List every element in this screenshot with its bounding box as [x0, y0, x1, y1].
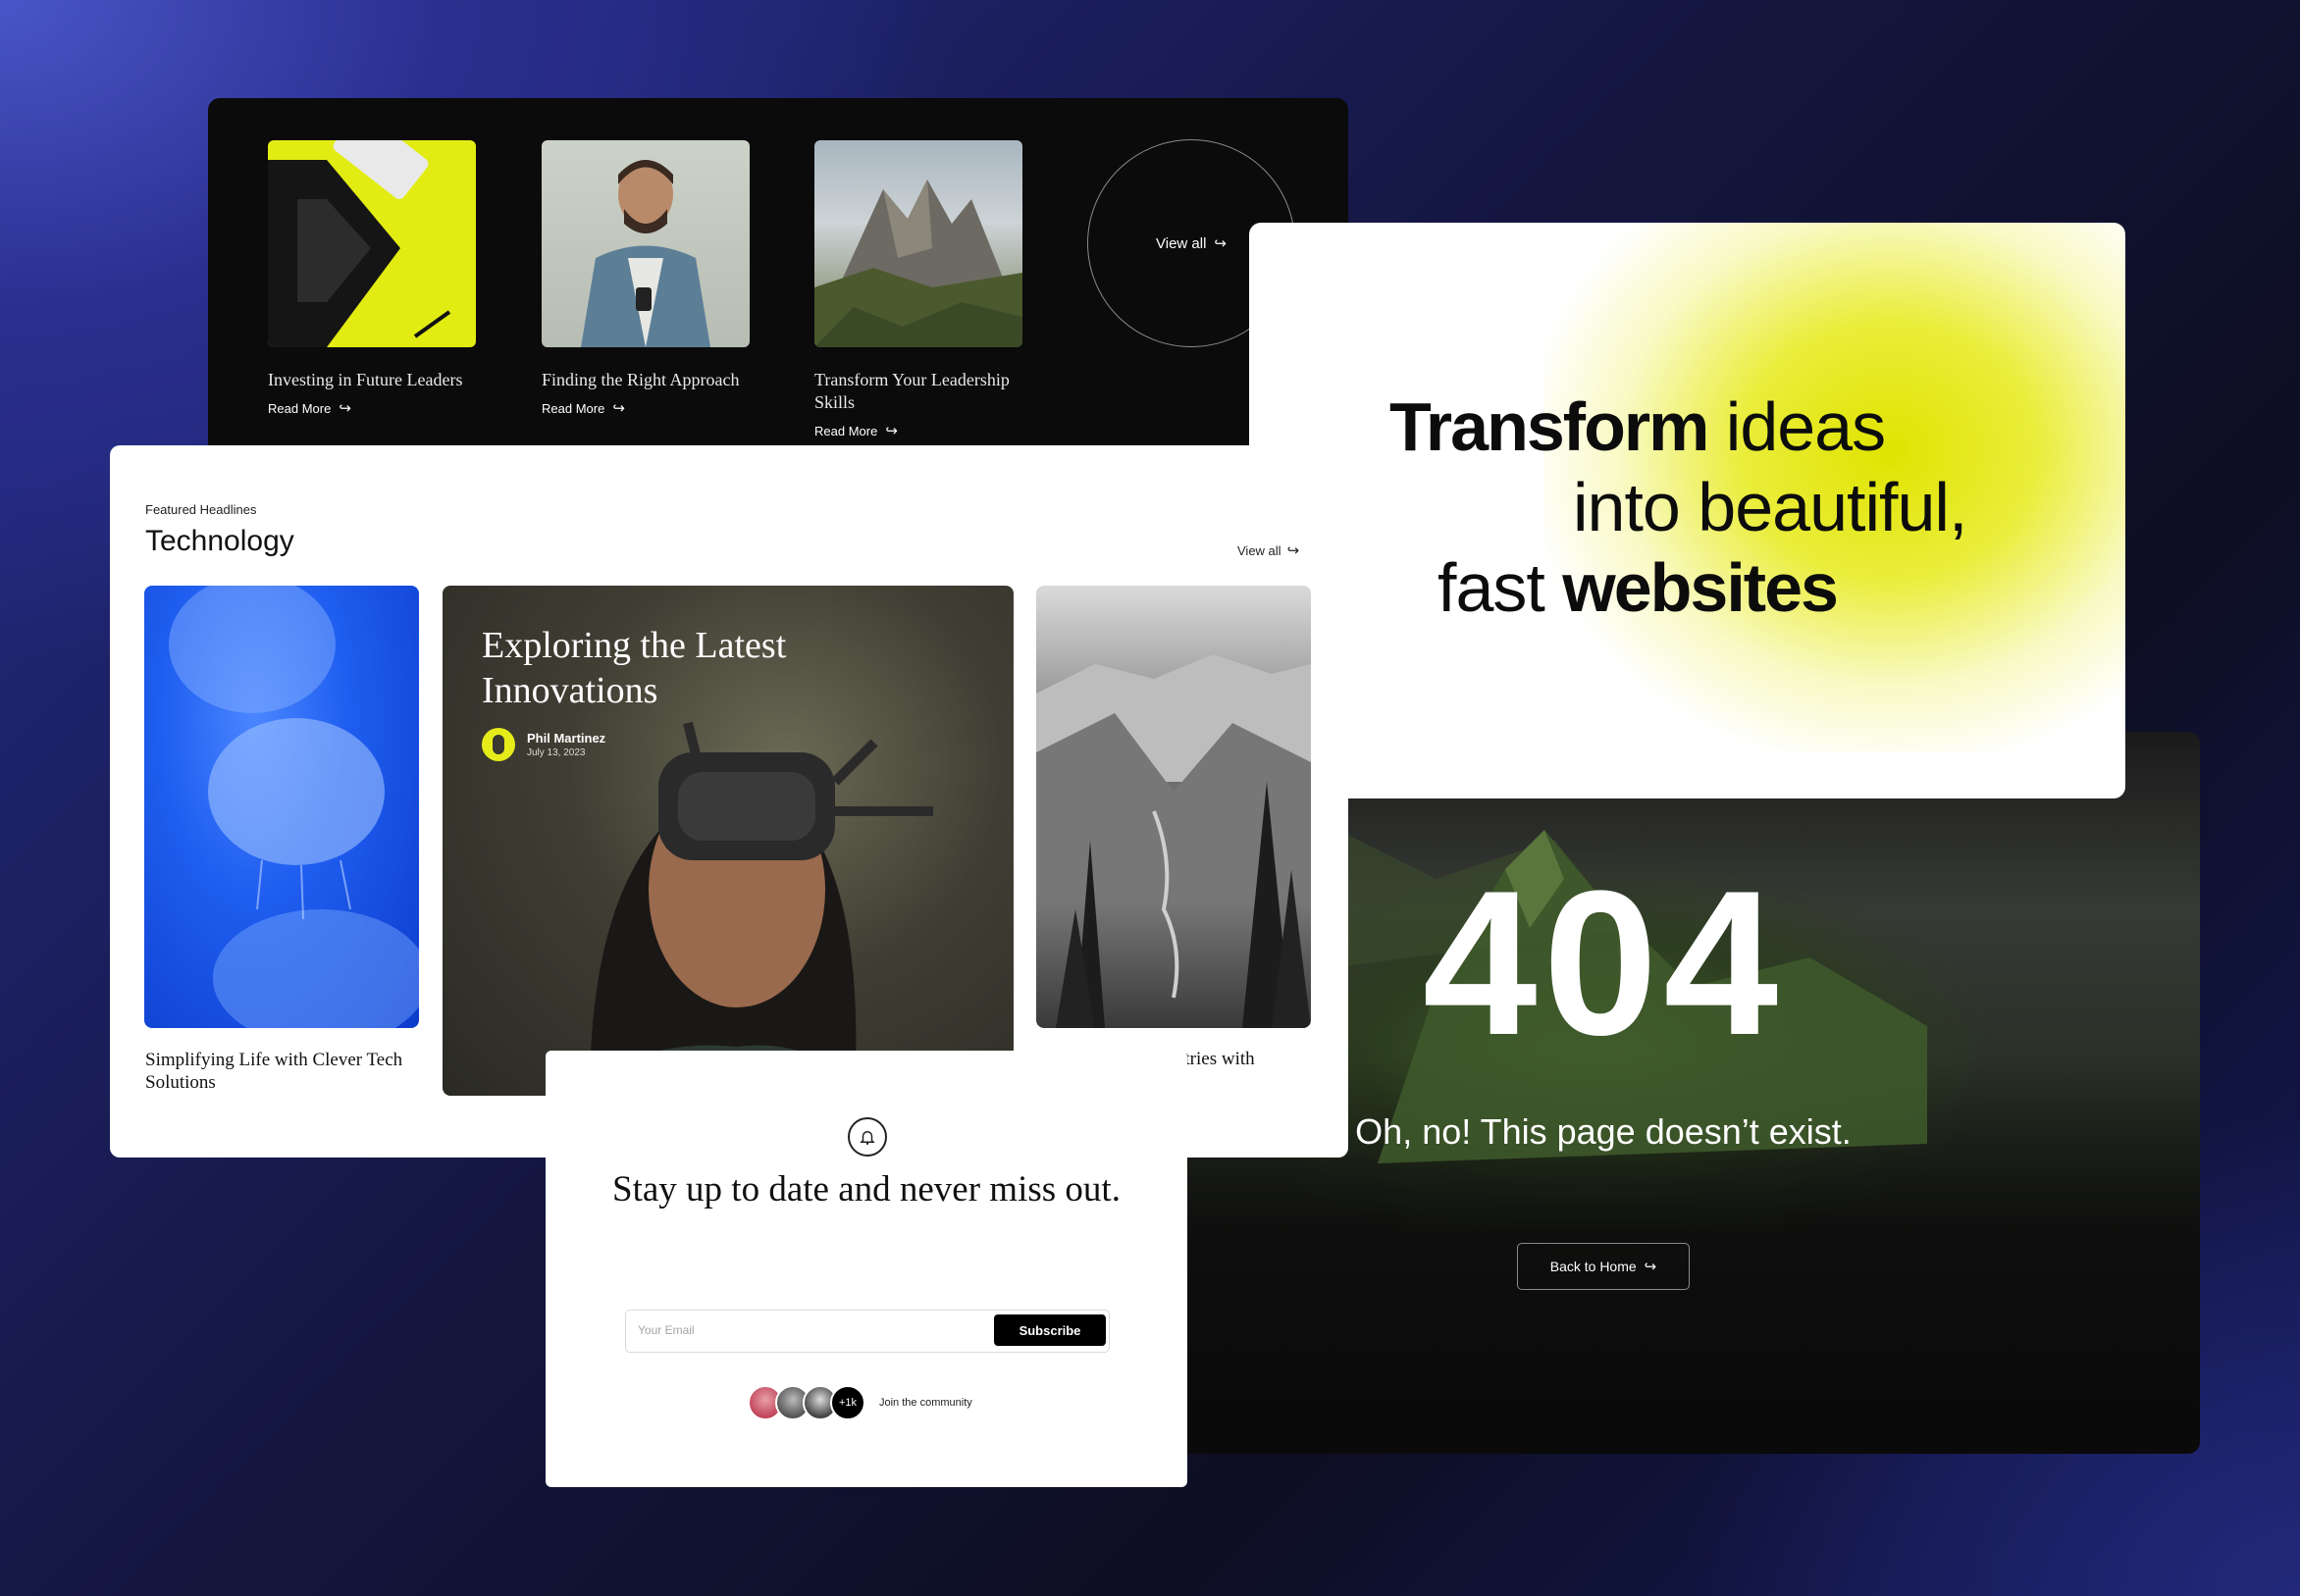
hero-panel: Transform ideas into beautiful, fast web…: [1249, 223, 2125, 798]
read-more-label: Read More: [268, 401, 332, 416]
article-card[interactable]: Transform Your Leadership Skills Read Mo…: [814, 140, 1022, 438]
article-title[interactable]: Finding the Right Approach: [542, 369, 750, 391]
back-to-home-label: Back to Home: [1549, 1259, 1637, 1274]
hero-line-1: Transform ideas: [1389, 387, 1886, 466]
author-name: Phil Martinez: [527, 731, 606, 746]
featured-article-title[interactable]: Exploring the Latest Innovations: [482, 623, 894, 713]
email-input[interactable]: [636, 1322, 973, 1338]
read-more-link[interactable]: Read More ↪: [542, 401, 750, 416]
hero-bold-word: websites: [1562, 549, 1839, 626]
hero-line-2: into beautiful,: [1573, 469, 1967, 545]
article-title[interactable]: Investing in Future Leaders: [268, 369, 476, 391]
jellyfish-image[interactable]: [144, 586, 419, 1028]
arrow-right-icon: ↪: [339, 400, 351, 417]
publish-date: July 13, 2023: [527, 747, 586, 758]
article-image: [814, 140, 1022, 347]
read-more-link[interactable]: Read More ↪: [814, 424, 1022, 438]
hero-light-word: fast: [1438, 549, 1563, 626]
newsletter-panel: Stay up to date and never miss out. Subs…: [546, 1051, 1187, 1487]
article-caption[interactable]: stries with: [1177, 1049, 1255, 1070]
author-avatar: [482, 728, 515, 761]
hero-light-word: ideas: [1707, 388, 1886, 465]
subscribe-button[interactable]: Subscribe: [994, 1314, 1106, 1346]
hero-bold-word: Transform: [1389, 388, 1709, 465]
view-all-label: View all: [1156, 234, 1207, 252]
hero-line-3: fast websites: [1438, 548, 1839, 627]
article-image: [268, 140, 476, 347]
section-title: Technology: [145, 525, 294, 557]
read-more-label: Read More: [814, 424, 878, 438]
join-community-label[interactable]: Join the community: [879, 1397, 972, 1409]
arrow-right-icon: ↪: [885, 423, 898, 439]
arrow-right-icon: ↪: [1644, 1258, 1657, 1275]
author-info: Phil Martinez July 13, 2023: [482, 728, 605, 761]
articles-panel: Investing in Future Leaders Read More ↪ F…: [208, 98, 1348, 461]
newsletter-title: Stay up to date and never miss out.: [612, 1169, 1121, 1210]
article-card[interactable]: Investing in Future Leaders Read More ↪: [268, 140, 476, 416]
community-row[interactable]: +1k Join the community: [748, 1385, 972, 1420]
article-caption[interactable]: Simplifying Life with Clever Tech Soluti…: [145, 1049, 430, 1094]
article-title[interactable]: Transform Your Leadership Skills: [814, 369, 1022, 414]
member-count-badge: +1k: [830, 1385, 865, 1420]
read-more-label: Read More: [542, 401, 605, 416]
section-eyebrow: Featured Headlines: [145, 502, 257, 517]
article-card[interactable]: Finding the Right Approach Read More ↪: [542, 140, 750, 416]
back-to-home-button[interactable]: Back to Home ↪: [1517, 1243, 1690, 1290]
view-all-link[interactable]: View all ↪: [1237, 543, 1299, 558]
article-image: [542, 140, 750, 347]
view-all-label: View all: [1237, 543, 1281, 558]
bell-icon: [848, 1117, 887, 1157]
read-more-link[interactable]: Read More ↪: [268, 401, 476, 416]
vr-headset-image[interactable]: Exploring the Latest Innovations Phil Ma…: [443, 586, 1014, 1096]
arrow-right-icon: ↪: [1286, 542, 1300, 559]
arrow-right-icon: ↪: [612, 400, 625, 417]
mountain-valley-image[interactable]: [1036, 586, 1311, 1028]
arrow-right-icon: ↪: [1214, 234, 1227, 252]
subscribe-form: Subscribe: [625, 1310, 1110, 1353]
